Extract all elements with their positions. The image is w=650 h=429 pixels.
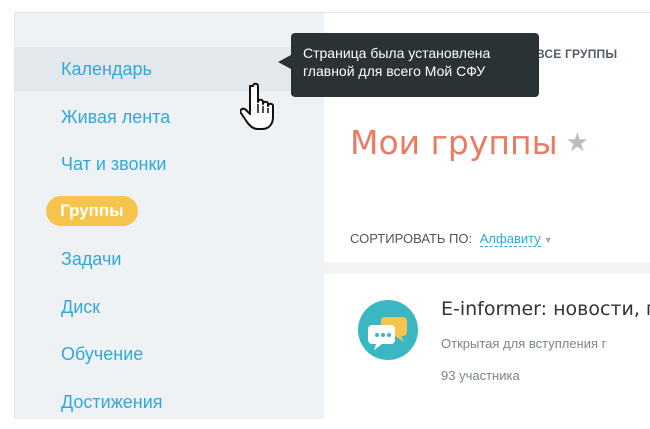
sort-control: СОРТИРОВАТЬ ПО: Алфавиту ▼: [350, 231, 553, 247]
sort-dropdown[interactable]: Алфавиту: [479, 231, 541, 247]
sidebar-item-label: Живая лента: [61, 107, 171, 127]
list-divider: [324, 262, 650, 274]
sidebar-item-disk[interactable]: Диск: [15, 285, 324, 329]
list-item[interactable]: E-informer: новости, п Открытая для всту…: [324, 274, 650, 419]
sidebar-item-groups[interactable]: Группы: [15, 189, 324, 233]
tooltip-line-1: Страница была установлена: [303, 45, 491, 61]
sidebar-item-label: Чат и звонки: [61, 154, 167, 174]
chat-bubbles-icon[interactable]: [358, 300, 418, 360]
group-members-count: 93 участника: [441, 368, 520, 383]
group-type: Открытая для вступления г: [441, 336, 607, 351]
sidebar-item-label: Достижения: [61, 392, 163, 412]
sidebar-item-achievements[interactable]: Достижения: [15, 380, 324, 419]
hand-pointer-icon: [240, 82, 274, 130]
sidebar-item-tasks[interactable]: Задачи: [15, 237, 324, 281]
sidebar-item-label: Диск: [61, 297, 101, 317]
sort-label: СОРТИРОВАТЬ ПО:: [350, 231, 473, 246]
tooltip-line-2: главной для всего Мой СФУ: [303, 63, 486, 79]
tab-all-groups[interactable]: ВСЕ ГРУППЫ: [536, 47, 617, 61]
sidebar-item-label: Календарь: [61, 59, 152, 79]
tooltip: Страница была установлена главной для вс…: [291, 33, 539, 97]
chevron-down-icon[interactable]: ▼: [544, 235, 553, 245]
sidebar-item-chat[interactable]: Чат и звонки: [15, 142, 324, 186]
page-title-text: Мои группы: [350, 123, 558, 162]
sidebar: Календарь Живая лента Чат и звонки Групп…: [15, 13, 324, 419]
star-icon[interactable]: ★: [566, 128, 589, 158]
sidebar-item-label: Обучение: [61, 344, 144, 364]
sidebar-item-label: Задачи: [61, 249, 122, 269]
sidebar-item-learning[interactable]: Обучение: [15, 332, 324, 376]
page-title: Мои группы ★: [350, 123, 589, 162]
sidebar-item-label: Группы: [46, 196, 138, 226]
group-name[interactable]: E-informer: новости, п: [441, 298, 650, 320]
tooltip-arrow: [278, 55, 291, 69]
